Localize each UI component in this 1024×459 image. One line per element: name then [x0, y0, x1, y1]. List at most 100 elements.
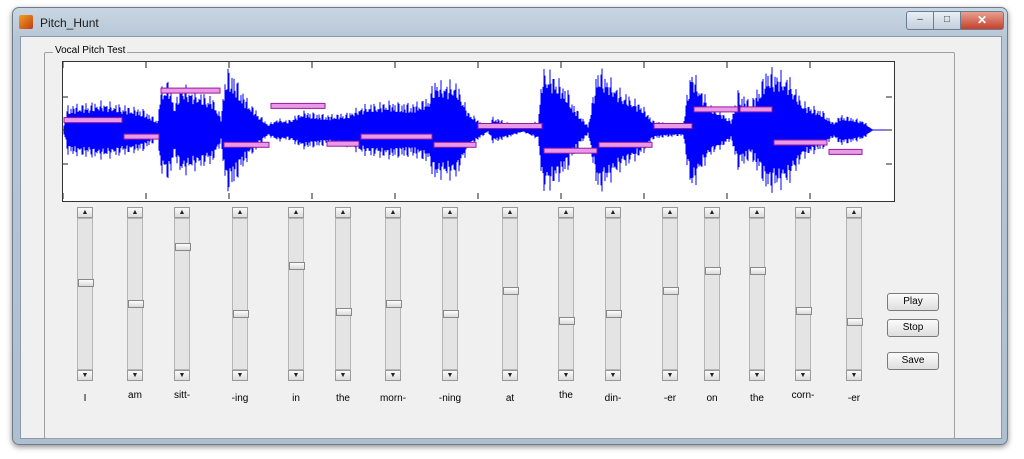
slider-up-arrow-icon[interactable]: ▲ — [442, 207, 458, 218]
slider-thumb[interactable] — [386, 300, 402, 308]
slider-track[interactable] — [174, 218, 191, 370]
slider-thumb[interactable] — [559, 317, 575, 325]
slider-up-arrow-icon[interactable]: ▲ — [174, 207, 190, 218]
slider-up-arrow-icon[interactable]: ▲ — [232, 207, 248, 218]
slider-down-arrow-icon[interactable]: ▼ — [704, 370, 720, 381]
pitch-slider[interactable]: ▲ ▼ — [749, 207, 766, 381]
slider-up-arrow-icon[interactable]: ▲ — [605, 207, 621, 218]
slider-word-label: the — [750, 393, 764, 404]
save-button[interactable]: Save — [887, 352, 939, 370]
slider-down-arrow-icon[interactable]: ▼ — [232, 370, 248, 381]
slider-down-arrow-icon[interactable]: ▼ — [795, 370, 811, 381]
slider-track[interactable] — [605, 218, 622, 370]
slider-track[interactable] — [662, 218, 679, 370]
slider-up-arrow-icon[interactable]: ▲ — [77, 207, 93, 218]
slider-thumb[interactable] — [336, 308, 352, 316]
slider-up-arrow-icon[interactable]: ▲ — [288, 207, 304, 218]
slider-track[interactable] — [335, 218, 352, 370]
pitch-marker-bar — [63, 117, 123, 124]
slider-track[interactable] — [442, 218, 459, 370]
slider-up-arrow-icon[interactable]: ▲ — [385, 207, 401, 218]
slider-track[interactable] — [749, 218, 766, 370]
slider-word-label: the — [336, 393, 350, 404]
window-title: Pitch_Hunt — [40, 16, 99, 30]
slider-thumb[interactable] — [443, 310, 459, 318]
slider-thumb[interactable] — [847, 318, 863, 326]
pitch-slider[interactable]: ▲ ▼ — [335, 207, 352, 381]
close-button[interactable]: ✕ — [960, 11, 1004, 30]
slider-thumb[interactable] — [663, 287, 679, 295]
slider-word-label: -ning — [438, 393, 462, 404]
pitch-marker-bar — [739, 106, 773, 113]
slider-track[interactable] — [704, 218, 721, 370]
pitch-slider[interactable]: ▲ ▼ — [605, 207, 622, 381]
pitch-slider[interactable]: ▲ ▼ — [795, 207, 812, 381]
pitch-slider[interactable]: ▲ ▼ — [232, 207, 249, 381]
pitch-slider[interactable]: ▲ ▼ — [77, 207, 94, 381]
slider-down-arrow-icon[interactable]: ▼ — [174, 370, 190, 381]
slider-down-arrow-icon[interactable]: ▼ — [846, 370, 862, 381]
slider-thumb[interactable] — [289, 262, 305, 270]
slider-up-arrow-icon[interactable]: ▲ — [795, 207, 811, 218]
pitch-slider[interactable]: ▲ ▼ — [442, 207, 459, 381]
pitch-slider[interactable]: ▲ ▼ — [846, 207, 863, 381]
slider-up-arrow-icon[interactable]: ▲ — [558, 207, 574, 218]
pitch-marker-bar — [598, 141, 653, 148]
slider-down-arrow-icon[interactable]: ▼ — [77, 370, 93, 381]
slider-thumb[interactable] — [128, 300, 144, 308]
stop-button[interactable]: Stop — [887, 319, 939, 337]
slider-thumb[interactable] — [78, 279, 94, 287]
pitch-slider[interactable]: ▲ ▼ — [385, 207, 402, 381]
slider-thumb[interactable] — [606, 310, 622, 318]
slider-thumb[interactable] — [796, 307, 812, 315]
slider-down-arrow-icon[interactable]: ▼ — [605, 370, 621, 381]
slider-down-arrow-icon[interactable]: ▼ — [442, 370, 458, 381]
slider-up-arrow-icon[interactable]: ▲ — [662, 207, 678, 218]
slider-thumb[interactable] — [750, 267, 766, 275]
slider-track[interactable] — [77, 218, 94, 370]
pitch-slider[interactable]: ▲ ▼ — [704, 207, 721, 381]
slider-down-arrow-icon[interactable]: ▼ — [288, 370, 304, 381]
slider-track[interactable] — [846, 218, 863, 370]
slider-word-label: the — [559, 390, 573, 401]
slider-thumb[interactable] — [233, 310, 249, 318]
slider-down-arrow-icon[interactable]: ▼ — [558, 370, 574, 381]
pitch-slider[interactable]: ▲ ▼ — [502, 207, 519, 381]
pitch-slider[interactable]: ▲ ▼ — [558, 207, 575, 381]
minimize-button[interactable]: – — [906, 11, 934, 30]
slider-word-label: on — [706, 393, 718, 404]
slider-up-arrow-icon[interactable]: ▲ — [749, 207, 765, 218]
slider-up-arrow-icon[interactable]: ▲ — [846, 207, 862, 218]
slider-up-arrow-icon[interactable]: ▲ — [127, 207, 143, 218]
slider-down-arrow-icon[interactable]: ▼ — [385, 370, 401, 381]
slider-up-arrow-icon[interactable]: ▲ — [502, 207, 518, 218]
pitch-marker-bar — [543, 147, 598, 154]
maximize-button[interactable]: □ — [933, 11, 961, 30]
slider-track[interactable] — [502, 218, 519, 370]
slider-down-arrow-icon[interactable]: ▼ — [502, 370, 518, 381]
slider-down-arrow-icon[interactable]: ▼ — [335, 370, 351, 381]
slider-down-arrow-icon[interactable]: ▼ — [749, 370, 765, 381]
slider-track[interactable] — [127, 218, 144, 370]
matlab-icon — [19, 15, 33, 29]
pitch-marker-bar — [223, 141, 270, 148]
slider-down-arrow-icon[interactable]: ▼ — [662, 370, 678, 381]
pitch-slider[interactable]: ▲ ▼ — [127, 207, 144, 381]
slider-thumb[interactable] — [175, 243, 191, 251]
play-button[interactable]: Play — [887, 293, 939, 311]
slider-up-arrow-icon[interactable]: ▲ — [704, 207, 720, 218]
slider-track[interactable] — [795, 218, 812, 370]
slider-track[interactable] — [288, 218, 305, 370]
slider-track[interactable] — [232, 218, 249, 370]
pitch-marker-bar — [270, 102, 326, 109]
pitch-slider[interactable]: ▲ ▼ — [662, 207, 679, 381]
slider-thumb[interactable] — [705, 267, 721, 275]
pitch-slider[interactable]: ▲ ▼ — [174, 207, 191, 381]
slider-track[interactable] — [558, 218, 575, 370]
slider-down-arrow-icon[interactable]: ▼ — [127, 370, 143, 381]
title-bar[interactable]: Pitch_Hunt – □ ✕ — [13, 8, 1007, 36]
pitch-slider[interactable]: ▲ ▼ — [288, 207, 305, 381]
slider-thumb[interactable] — [503, 287, 519, 295]
slider-up-arrow-icon[interactable]: ▲ — [335, 207, 351, 218]
slider-track[interactable] — [385, 218, 402, 370]
